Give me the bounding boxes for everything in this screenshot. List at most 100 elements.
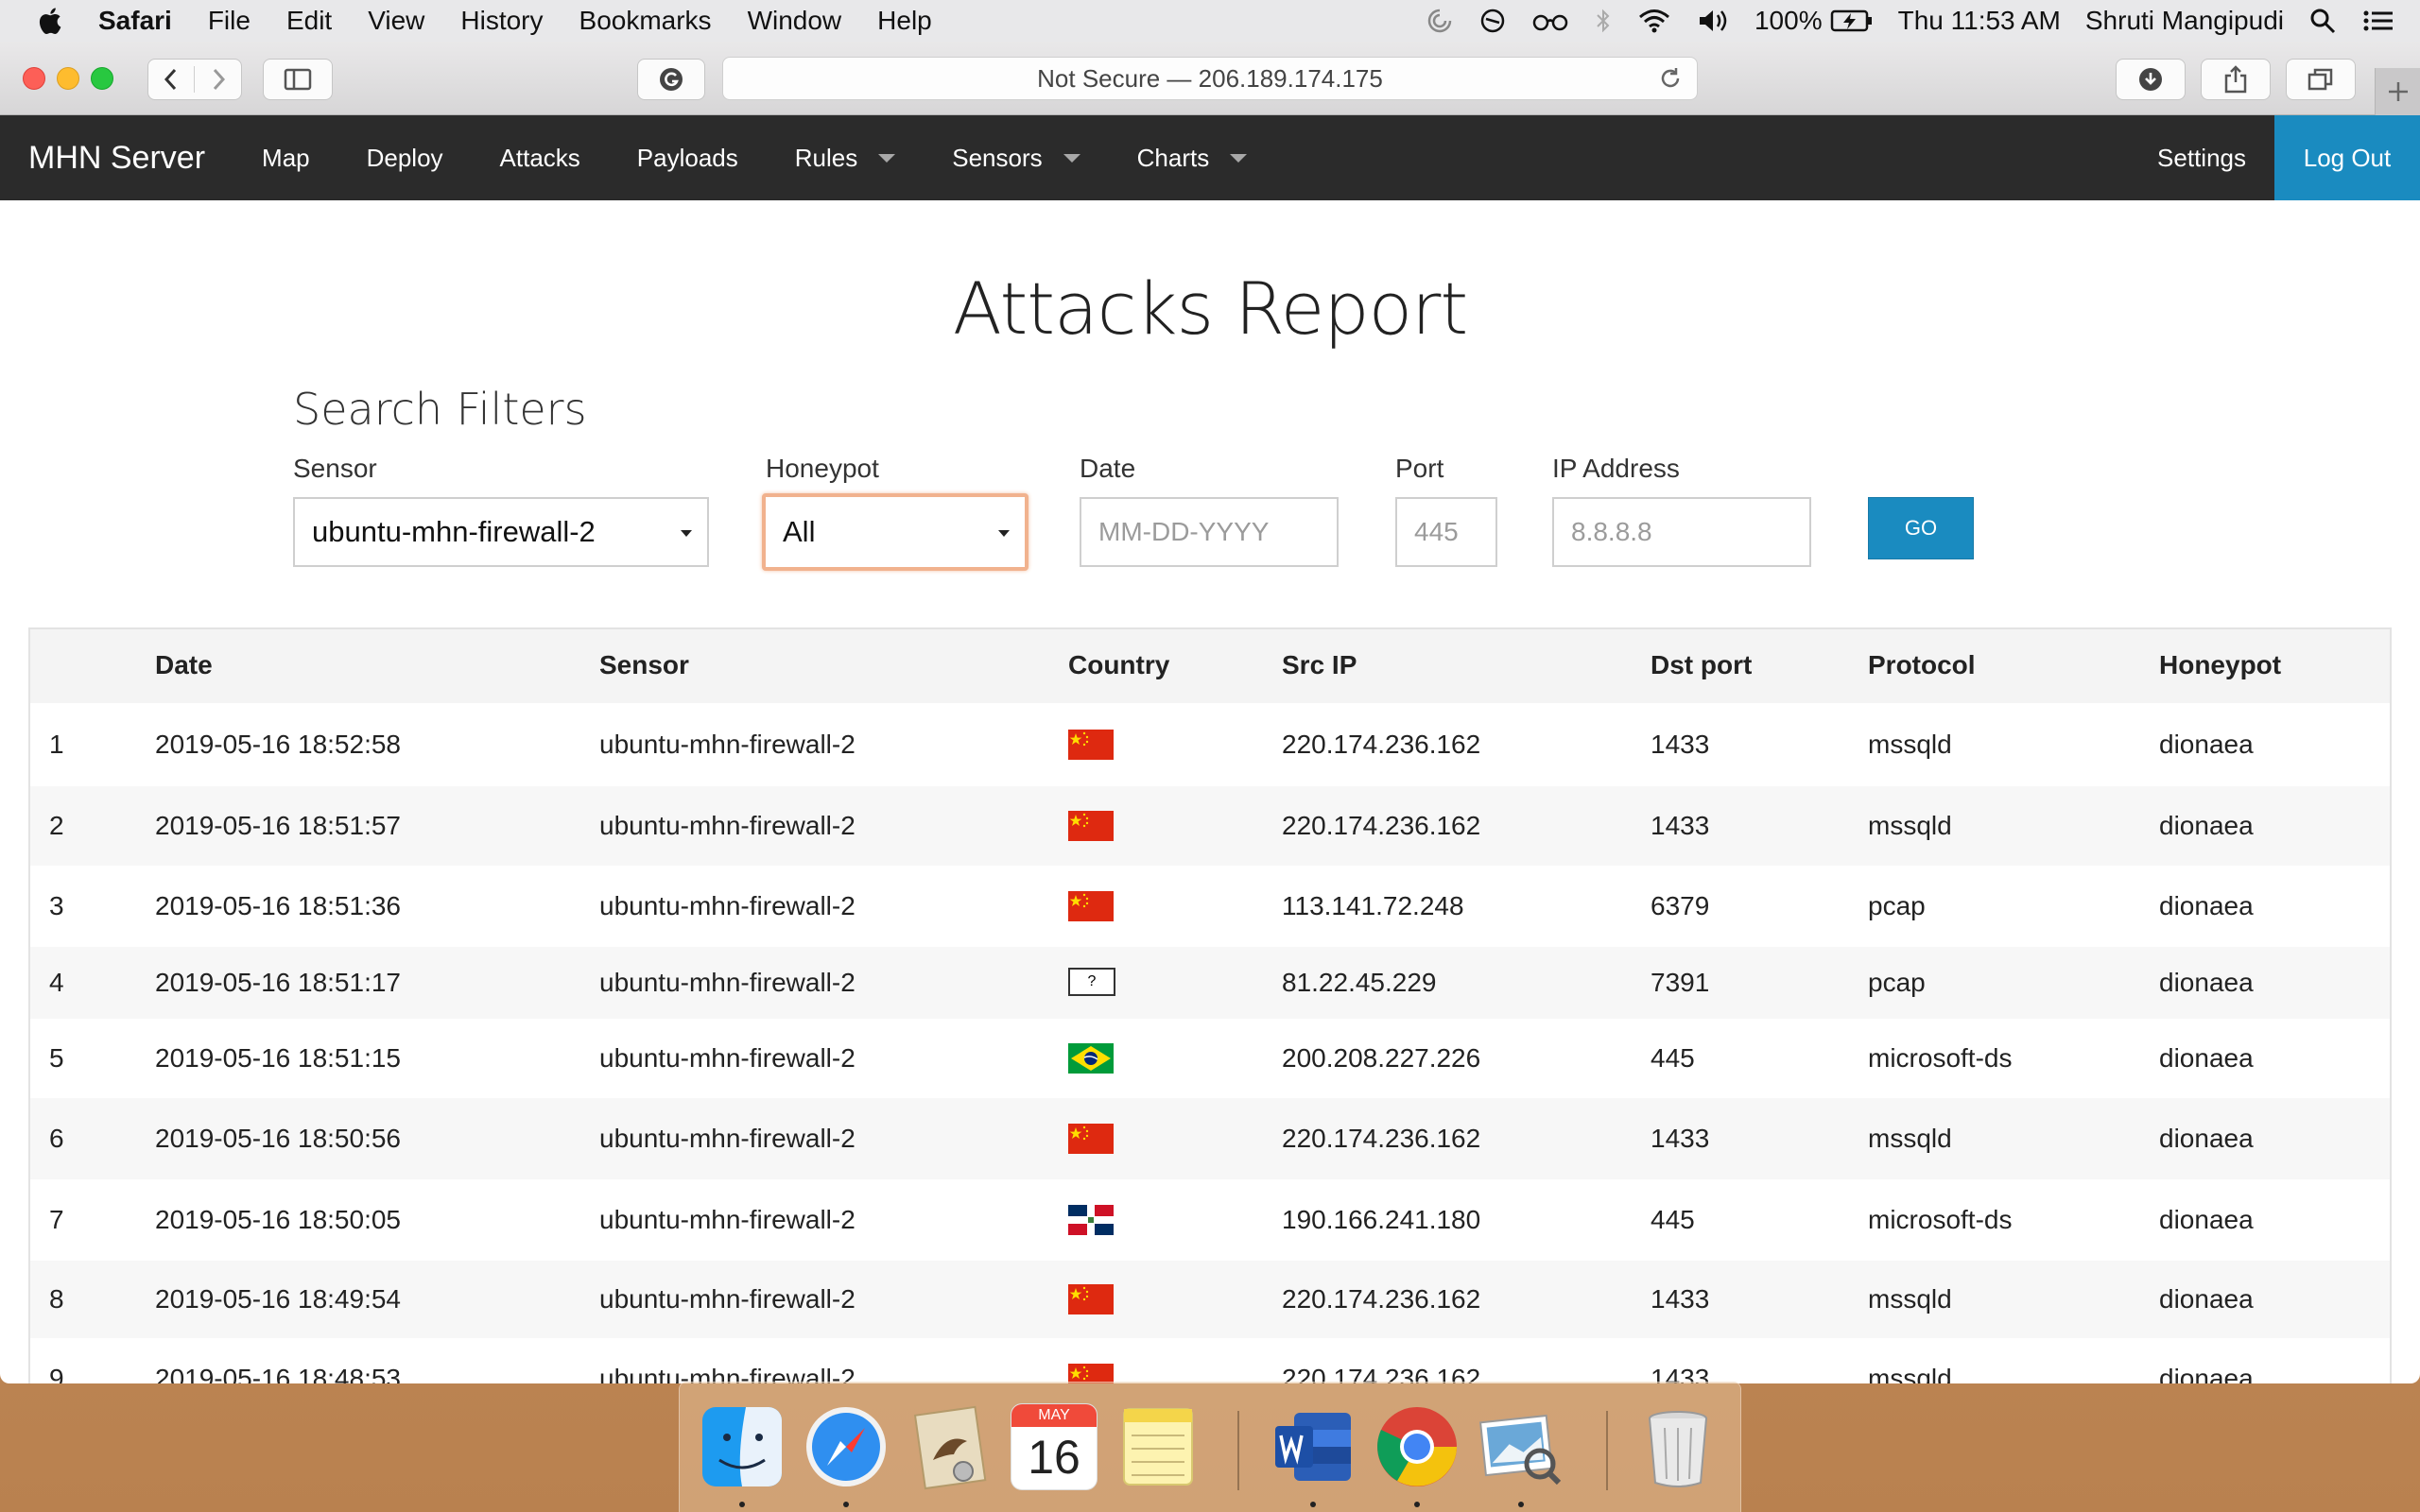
menu-window[interactable]: Window [748, 6, 842, 36]
nav-map[interactable]: Map [262, 144, 310, 173]
port-input-placeholder: 445 [1414, 517, 1459, 546]
table-row[interactable]: 8 2019-05-16 18:49:54 ubuntu-mhn-firewall-… [30, 1261, 2390, 1338]
downloads-icon[interactable] [2116, 59, 2186, 100]
nav-deploy[interactable]: Deploy [367, 144, 443, 173]
address-text: Not Secure — 206.189.174.175 [1037, 63, 1383, 93]
calendar-icon[interactable]: MAY 16 [1011, 1403, 1098, 1490]
sidebar-toggle-icon[interactable] [263, 59, 333, 100]
header-protocol[interactable]: Protocol [1868, 650, 1976, 680]
tab-overview-icon[interactable] [2286, 59, 2356, 100]
port-input[interactable]: 445 [1395, 497, 1497, 567]
sensor-select-value: ubuntu-mhn-firewall-2 [312, 515, 596, 548]
spotlight-search-icon[interactable] [2308, 7, 2337, 35]
notification-center-icon[interactable] [2361, 7, 2395, 35]
attacks-table: Date Sensor Country Src IP Dst port Prot… [28, 627, 2392, 1383]
nav-charts-dropdown[interactable]: Charts [1137, 144, 1248, 173]
address-bar[interactable]: Not Secure — 206.189.174.175 [722, 57, 1698, 100]
menu-history[interactable]: History [460, 6, 543, 36]
menu-safari[interactable]: Safari [98, 6, 172, 36]
menu-bookmarks[interactable]: Bookmarks [579, 6, 712, 36]
cell-number: 1 [49, 730, 64, 759]
cell-number: 3 [49, 891, 64, 920]
finder-icon[interactable] [699, 1403, 786, 1490]
do-not-disturb-icon[interactable] [1478, 7, 1507, 35]
honeypot-select[interactable]: All [762, 493, 1028, 571]
cell-protocol: pcap [1868, 891, 1926, 920]
bluetooth-icon[interactable] [1594, 7, 1613, 35]
nav-rules-dropdown[interactable]: Rules [795, 144, 896, 173]
sync-icon[interactable] [1426, 7, 1454, 35]
sensor-label: Sensor [293, 454, 377, 483]
reload-icon[interactable] [1657, 65, 1684, 98]
brand-link[interactable]: MHN Server [28, 140, 205, 177]
cell-number: 5 [49, 1043, 64, 1073]
cell-number: 8 [49, 1284, 64, 1314]
menu-help[interactable]: Help [877, 6, 932, 36]
table-row[interactable]: 9 2019-05-16 18:48:53 ubuntu-mhn-firewall-… [30, 1338, 2390, 1383]
cell-date: 2019-05-16 18:52:58 [155, 730, 401, 759]
ip-address-input[interactable]: 8.8.8.8 [1552, 497, 1811, 567]
zoom-window-button[interactable] [91, 67, 113, 90]
cell-sensor: ubuntu-mhn-firewall-2 [599, 1364, 856, 1383]
nav-payloads[interactable]: Payloads [637, 144, 738, 173]
new-tab-icon[interactable] [2375, 68, 2420, 115]
close-window-button[interactable] [23, 67, 45, 90]
header-country[interactable]: Country [1068, 650, 1169, 680]
table-row[interactable]: 1 2019-05-16 18:52:58 ubuntu-mhn-firewall-… [30, 703, 2390, 786]
logout-button[interactable]: Log Out [2274, 115, 2420, 200]
table-row[interactable]: 6 2019-05-16 18:50:56 ubuntu-mhn-firewall-… [30, 1098, 2390, 1179]
share-icon[interactable] [2201, 59, 2271, 100]
battery-percent[interactable]: 100% [1754, 6, 1823, 36]
china-flag-icon [1068, 1124, 1114, 1154]
grammarly-extension-icon[interactable] [637, 59, 705, 100]
wifi-icon[interactable] [1637, 7, 1671, 35]
chrome-icon[interactable] [1374, 1403, 1461, 1490]
table-row[interactable]: 4 2019-05-16 18:51:17 ubuntu-mhn-firewall-… [30, 947, 2390, 1019]
cell-protocol: mssqld [1868, 1364, 1952, 1383]
table-header: Date Sensor Country Src IP Dst port Prot… [30, 629, 2390, 703]
go-button[interactable]: GO [1868, 497, 1974, 559]
clock[interactable]: Thu 11:53 AM [1898, 6, 2061, 36]
mail-icon[interactable] [907, 1403, 994, 1490]
menu-file[interactable]: File [208, 6, 251, 36]
nav-sensors-dropdown[interactable]: Sensors [952, 144, 1080, 173]
nav-attacks[interactable]: Attacks [500, 144, 580, 173]
header-date[interactable]: Date [155, 650, 213, 680]
battery-icon[interactable] [1830, 7, 1874, 35]
apple-menu-icon[interactable] [34, 4, 68, 38]
notes-icon[interactable] [1115, 1403, 1201, 1490]
calendar-day: 16 [1028, 1431, 1080, 1484]
china-flag-icon [1068, 891, 1114, 921]
date-input[interactable]: MM-DD-YYYY [1080, 497, 1339, 567]
table-row[interactable]: 5 2019-05-16 18:51:15 ubuntu-mhn-firewall-… [30, 1019, 2390, 1098]
table-row[interactable]: 3 2019-05-16 18:51:36 ubuntu-mhn-firewall-… [30, 866, 2390, 947]
table-row[interactable]: 7 2019-05-16 18:50:05 ubuntu-mhn-firewall-… [30, 1179, 2390, 1261]
cell-date: 2019-05-16 18:51:17 [155, 968, 401, 997]
cell-date: 2019-05-16 18:48:53 [155, 1364, 401, 1383]
header-honeypot[interactable]: Honeypot [2159, 650, 2281, 680]
minimize-window-button[interactable] [57, 67, 79, 90]
header-dst-port[interactable]: Dst port [1651, 650, 1752, 680]
safari-running-dot [843, 1502, 849, 1507]
back-icon[interactable] [148, 66, 196, 93]
word-icon[interactable] [1270, 1403, 1357, 1490]
glasses-icon[interactable] [1531, 7, 1569, 35]
table-row[interactable]: 2 2019-05-16 18:51:57 ubuntu-mhn-firewall-… [30, 786, 2390, 866]
honeypot-select-value: All [783, 515, 816, 548]
menu-bar: Safari File Edit View History Bookmarks … [0, 0, 2420, 42]
header-src-ip[interactable]: Src IP [1282, 650, 1357, 680]
trash-icon[interactable] [1634, 1403, 1721, 1490]
nav-settings[interactable]: Settings [2157, 144, 2246, 173]
browser-window: Not Secure — 206.189.174.175 MHN Server … [0, 42, 2420, 1383]
menu-edit[interactable]: Edit [286, 6, 332, 36]
cell-src-ip: 220.174.236.162 [1282, 730, 1481, 759]
header-sensor[interactable]: Sensor [599, 650, 689, 680]
sensor-select[interactable]: ubuntu-mhn-firewall-2 [293, 497, 709, 567]
forward-icon[interactable] [195, 66, 241, 93]
word-running-dot [1310, 1502, 1316, 1507]
user-name[interactable]: Shruti Mangipudi [2085, 6, 2284, 36]
safari-icon[interactable] [803, 1403, 890, 1490]
menu-view[interactable]: View [368, 6, 424, 36]
preview-icon[interactable] [1478, 1403, 1564, 1490]
volume-icon[interactable] [1696, 7, 1730, 35]
